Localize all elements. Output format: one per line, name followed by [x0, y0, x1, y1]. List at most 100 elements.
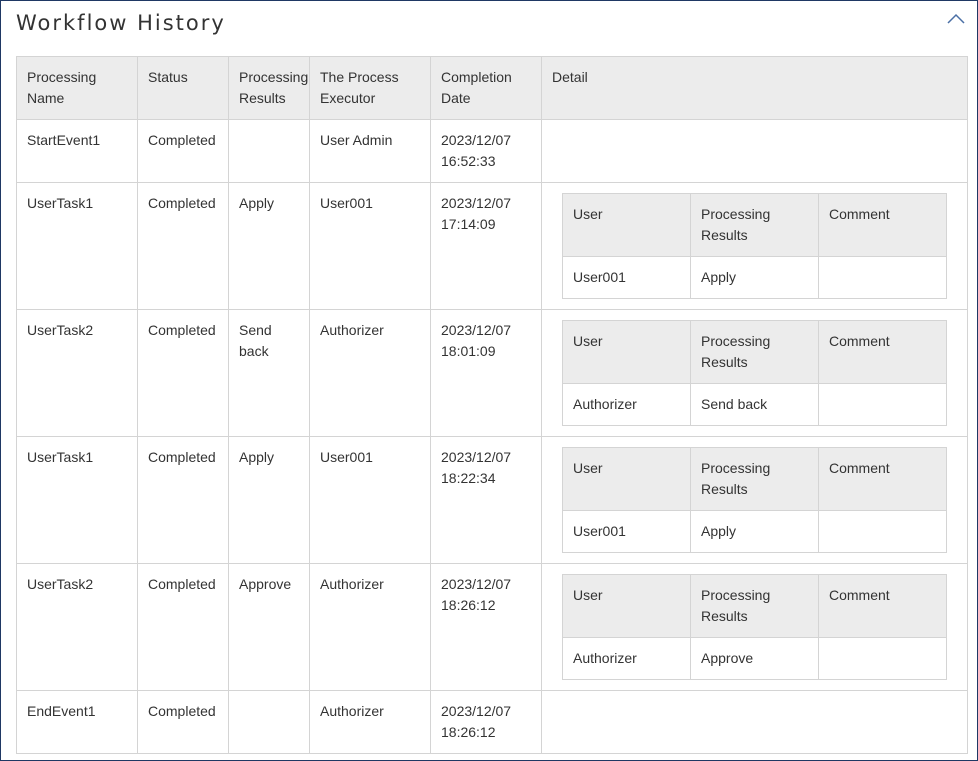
completion-date-time: 16:52:33 [441, 153, 496, 169]
detail-header-row: User Processing Results Comment [562, 574, 947, 638]
cell-processing-results: Approve [228, 563, 310, 691]
detail-cell-comment [818, 637, 947, 680]
cell-processing-results: Apply [228, 182, 310, 310]
column-header-processing-results: Processing Results [228, 56, 310, 120]
detail-header-processing-results: Processing Results [690, 193, 819, 257]
detail-header-comment: Comment [818, 320, 947, 384]
table-row: StartEvent1 Completed User Admin 2023/12/07… [16, 119, 968, 183]
table-row: UserTask1 Completed Apply User001 2023/12/07… [16, 182, 968, 310]
detail-header-row: User Processing Results Comment [562, 193, 947, 257]
detail-header-processing-results: Processing Results [690, 320, 819, 384]
cell-status: Completed [137, 436, 229, 564]
cell-process-executor: Authorizer [309, 563, 431, 691]
completion-date-time: 18:26:12 [441, 597, 496, 613]
detail-header-comment: Comment [818, 447, 947, 511]
cell-detail: User Processing Results Comment Authorizer S… [541, 309, 968, 437]
detail-cell-processing-results: Apply [690, 510, 819, 553]
cell-process-executor: User001 [309, 182, 431, 310]
column-header-process-executor: The Process Executor [309, 56, 431, 120]
completion-date-day: 2023/12/07 [441, 576, 512, 592]
cell-status: Completed [137, 119, 229, 183]
cell-process-executor: Authorizer [309, 690, 431, 754]
workflow-history-panel: Workflow History Processing Name Status … [0, 0, 978, 761]
detail-row: Authorizer Send back [562, 383, 947, 426]
cell-status: Completed [137, 690, 229, 754]
cell-detail: User Processing Results Comment Authorizer A… [541, 563, 968, 691]
cell-completion-date: 2023/12/07 18:26:12 [430, 690, 542, 754]
detail-cell-user: Authorizer [562, 637, 691, 680]
panel-title: Workflow History [16, 11, 226, 35]
detail-cell-user: User001 [562, 256, 691, 299]
column-header-completion-date: Completion Date [430, 56, 542, 120]
cell-processing-name: UserTask2 [16, 309, 138, 437]
detail-cell-processing-results: Apply [690, 256, 819, 299]
cell-completion-date: 2023/12/07 18:22:34 [430, 436, 542, 564]
cell-detail [541, 690, 968, 754]
cell-completion-date: 2023/12/07 18:26:12 [430, 563, 542, 691]
cell-status: Completed [137, 182, 229, 310]
cell-completion-date: 2023/12/07 16:52:33 [430, 119, 542, 183]
cell-processing-name: StartEvent1 [16, 119, 138, 183]
table-row: EndEvent1 Completed Authorizer 2023/12/07 18… [16, 690, 968, 754]
table-row: UserTask2 Completed Approve Authorizer 2023/… [16, 563, 968, 691]
detail-header-row: User Processing Results Comment [562, 447, 947, 511]
completion-date-day: 2023/12/07 [441, 322, 512, 338]
cell-processing-name: UserTask1 [16, 436, 138, 564]
cell-processing-results: Send back [228, 309, 310, 437]
completion-date-time: 18:26:12 [441, 724, 496, 740]
completion-date-day: 2023/12/07 [441, 703, 512, 719]
table-row: UserTask1 Completed Apply User001 2023/12/07… [16, 436, 968, 564]
detail-header-user: User [562, 320, 691, 384]
table-row: UserTask2 Completed Send back Authorizer 202… [16, 309, 968, 437]
column-header-processing-name: Processing Name [16, 56, 138, 120]
detail-row: Authorizer Approve [562, 637, 947, 680]
detail-cell-comment [818, 510, 947, 553]
column-header-status: Status [137, 56, 229, 120]
cell-processing-results: Apply [228, 436, 310, 564]
detail-table: User Processing Results Comment User001 Appl… [562, 193, 947, 299]
detail-header-comment: Comment [818, 193, 947, 257]
detail-row: User001 Apply [562, 510, 947, 553]
detail-table: User Processing Results Comment User001 Appl… [562, 447, 947, 553]
detail-header-processing-results: Processing Results [690, 574, 819, 638]
table-header-row: Processing Name Status Processing Result… [16, 56, 968, 120]
completion-date-day: 2023/12/07 [441, 449, 512, 465]
completion-date-day: 2023/12/07 [441, 195, 512, 211]
detail-table: User Processing Results Comment Authorizer S… [562, 320, 947, 426]
cell-process-executor: User Admin [309, 119, 431, 183]
detail-header-user: User [562, 193, 691, 257]
completion-date-day: 2023/12/07 [441, 132, 512, 148]
cell-process-executor: User001 [309, 436, 431, 564]
cell-completion-date: 2023/12/07 18:01:09 [430, 309, 542, 437]
detail-header-comment: Comment [818, 574, 947, 638]
detail-cell-user: User001 [562, 510, 691, 553]
detail-header-user: User [562, 574, 691, 638]
column-header-detail: Detail [541, 56, 968, 120]
detail-cell-comment [818, 256, 947, 299]
completion-date-time: 18:01:09 [441, 343, 496, 359]
detail-cell-processing-results: Send back [690, 383, 819, 426]
detail-header-row: User Processing Results Comment [562, 320, 947, 384]
cell-detail: User Processing Results Comment User001 Appl… [541, 436, 968, 564]
cell-processing-name: UserTask1 [16, 182, 138, 310]
workflow-history-table: Processing Name Status Processing Result… [16, 56, 968, 754]
detail-header-processing-results: Processing Results [690, 447, 819, 511]
cell-status: Completed [137, 309, 229, 437]
detail-row: User001 Apply [562, 256, 947, 299]
detail-table: User Processing Results Comment Authorizer A… [562, 574, 947, 680]
cell-processing-name: UserTask2 [16, 563, 138, 691]
cell-processing-results [228, 690, 310, 754]
chevron-up-icon [945, 11, 967, 27]
collapse-button[interactable] [945, 11, 967, 27]
cell-completion-date: 2023/12/07 17:14:09 [430, 182, 542, 310]
completion-date-time: 18:22:34 [441, 470, 496, 486]
cell-processing-results [228, 119, 310, 183]
cell-detail [541, 119, 968, 183]
detail-cell-comment [818, 383, 947, 426]
cell-processing-name: EndEvent1 [16, 690, 138, 754]
completion-date-time: 17:14:09 [441, 216, 496, 232]
cell-process-executor: Authorizer [309, 309, 431, 437]
detail-cell-user: Authorizer [562, 383, 691, 426]
cell-status: Completed [137, 563, 229, 691]
cell-detail: User Processing Results Comment User001 Appl… [541, 182, 968, 310]
